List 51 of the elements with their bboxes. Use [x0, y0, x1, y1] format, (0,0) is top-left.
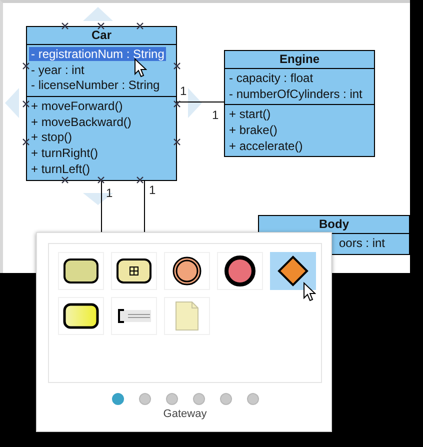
resize-handle-icon[interactable]	[22, 138, 30, 146]
resize-handle-icon[interactable]	[22, 62, 30, 70]
multiplicity-label: 1	[180, 84, 187, 98]
page-dot[interactable]	[247, 393, 259, 405]
resize-handle-icon[interactable]	[136, 22, 144, 30]
operation-text[interactable]: + moveBackward()	[31, 114, 132, 129]
attribute-text[interactable]: - registrationNum : String	[29, 47, 166, 61]
page-dot[interactable]	[139, 393, 151, 405]
double-circle-icon	[172, 256, 202, 286]
operation-text[interactable]: + start()	[229, 107, 271, 122]
document-icon	[175, 301, 199, 331]
attribute-text[interactable]: - numberOfCylinders : int	[229, 86, 362, 101]
class-name: Car	[27, 27, 176, 45]
page-dot[interactable]	[220, 393, 232, 405]
resize-handle-icon[interactable]	[173, 62, 181, 70]
palette-tile[interactable]	[270, 252, 316, 290]
resize-handle-icon[interactable]	[173, 138, 181, 146]
resize-handle-icon[interactable]	[136, 176, 144, 184]
task-shape-icon	[63, 258, 99, 284]
attribute-text[interactable]: - capacity : float	[229, 71, 314, 85]
page-dot[interactable]	[193, 393, 205, 405]
multiplicity-label: 1	[212, 108, 219, 122]
attribute-text[interactable]: oors : int	[339, 236, 386, 250]
resize-handle-icon[interactable]	[97, 176, 105, 184]
class-box[interactable]: Car - registrationNum : String - year : int - licenseNumber : String + moveForward() + moveBackward() + stop() + turnRight() + turnLeft()	[26, 26, 177, 180]
resize-handle-icon[interactable]	[173, 100, 181, 108]
operation-text[interactable]: + turnLeft()	[31, 162, 90, 176]
operation-text[interactable]: + accelerate()	[229, 138, 303, 153]
arrow-right-icon[interactable]	[188, 88, 202, 118]
attribute-text[interactable]: - licenseNumber : String	[31, 78, 160, 92]
resize-handle-icon[interactable]	[61, 176, 69, 184]
operation-text[interactable]: + moveForward()	[31, 99, 123, 114]
page-dot[interactable]	[112, 393, 124, 405]
class-box[interactable]: Engine - capacity : float - numberOfCylinders : int + start() + brake() + accelerate()	[224, 50, 375, 158]
operation-text[interactable]: + stop()	[31, 130, 72, 144]
attribute-text[interactable]: - year : int	[31, 62, 84, 77]
operation-text[interactable]: + turnRight()	[31, 146, 98, 160]
call-activity-shape-icon	[63, 303, 99, 329]
operation-text[interactable]: + brake()	[229, 123, 278, 138]
page-dot[interactable]	[166, 393, 178, 405]
end-event-circle-icon	[224, 255, 256, 287]
resize-handle-icon[interactable]	[61, 22, 69, 30]
mouse-pointer-icon	[303, 282, 316, 302]
resize-handle-icon[interactable]	[97, 22, 105, 30]
multiplicity-label: 1	[149, 183, 156, 197]
multiplicity-label: 1	[106, 186, 113, 200]
palette-caption: Gateway	[162, 408, 208, 420]
class-name: Engine	[225, 51, 374, 69]
resize-handle-icon[interactable]	[22, 100, 30, 108]
subprocess-shape-icon	[116, 258, 152, 284]
annotation-icon	[117, 309, 151, 323]
